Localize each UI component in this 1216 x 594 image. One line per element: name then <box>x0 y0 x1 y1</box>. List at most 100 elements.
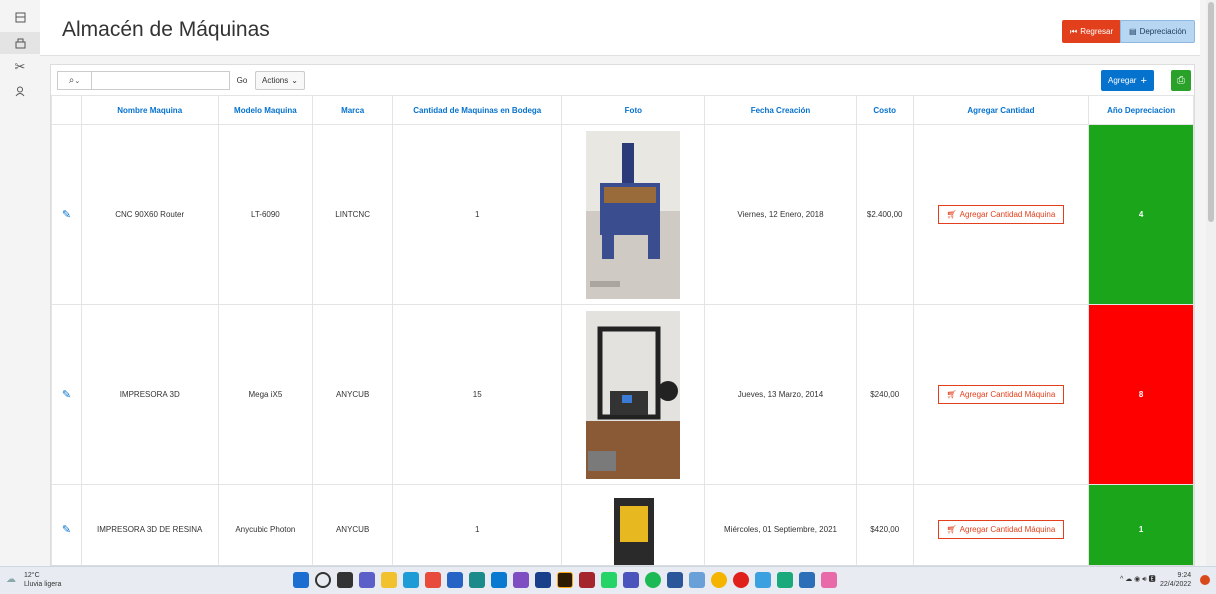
weather-icon: ☁ <box>6 574 16 585</box>
actions-menu-button[interactable]: Actions ⌄ <box>255 71 305 90</box>
teams-icon[interactable] <box>359 572 375 588</box>
visual-studio-icon[interactable] <box>513 572 529 588</box>
column-header[interactable]: Fecha Creación <box>704 95 857 125</box>
column-header[interactable]: Año Depreciacion <box>1088 95 1194 125</box>
costo-cell: $2.400,00 <box>855 124 914 305</box>
notification-badge[interactable] <box>1200 575 1210 585</box>
column-header[interactable]: Costo <box>855 95 914 125</box>
file-explorer-icon[interactable] <box>381 572 397 588</box>
table-header-row: Nombre Maquina Modelo Maquina Marca Cant… <box>51 95 1194 125</box>
anio-value: 1 <box>1138 525 1144 534</box>
whatsapp-icon[interactable] <box>601 572 617 588</box>
edit-cell: ✎ <box>51 304 82 485</box>
word-icon[interactable] <box>667 572 683 588</box>
edit-column-header <box>51 95 82 125</box>
back-icon: ⏮ <box>1070 26 1078 36</box>
column-header[interactable]: Agregar Cantidad <box>912 95 1090 125</box>
clock[interactable]: 9:24 22/4/2022 <box>1160 571 1191 589</box>
store-icon[interactable] <box>447 572 463 588</box>
modelo-cell: Anycubic Photon <box>217 484 314 565</box>
chevron-down-icon: ⌄ <box>291 76 298 85</box>
date: 22/4/2022 <box>1160 581 1192 588</box>
column-header[interactable]: Nombre Maquina <box>80 95 219 125</box>
edit-icon[interactable]: ✎ <box>62 524 71 536</box>
search-input[interactable] <box>92 72 229 89</box>
edge-icon[interactable] <box>403 572 419 588</box>
cantidad-cell: 1 <box>392 124 563 305</box>
windows-start-icon[interactable] <box>293 572 309 588</box>
cantidad-cell: 15 <box>392 304 563 485</box>
edit-icon[interactable]: ✎ <box>62 209 71 221</box>
system-tray[interactable]: ^ ☁ ◉ 🔊︎ 🅴 <box>1120 574 1156 584</box>
go-button[interactable]: Go <box>231 71 253 90</box>
agregar-cantidad-label: Agregar Cantidad Máquina <box>959 210 1056 219</box>
foto-cell <box>561 304 706 485</box>
taskbar: ☁ 12°C Lluvia ligera ^ ☁ ◉ 🔊︎ 🅴 9:24 22/ <box>0 566 1216 594</box>
column-header[interactable]: Modelo Maquina <box>217 95 314 125</box>
agregar-button[interactable]: Agregar + <box>1101 70 1154 91</box>
inventory-icon[interactable] <box>0 32 40 54</box>
report-toolbar: ⌕ ⌄ Go Actions ⌄ Agregar + ⎙ <box>51 65 1194 95</box>
depreciacion-button[interactable]: ▤ Depreciación <box>1120 20 1196 43</box>
temperature: 12°C <box>24 572 40 579</box>
machine-photo <box>586 310 681 479</box>
vscode-icon[interactable] <box>491 572 507 588</box>
column-header[interactable]: Foto <box>561 95 706 125</box>
actions-label: Actions <box>262 76 289 85</box>
access-icon[interactable] <box>579 572 595 588</box>
agregar-cell: 🛒︎ Agregar Cantidad Máquina <box>912 124 1090 305</box>
page-scrollbar[interactable] <box>1206 0 1216 566</box>
teams-classic-icon[interactable] <box>623 572 639 588</box>
anio-cell: 8 <box>1088 304 1194 485</box>
edit-icon[interactable]: ✎ <box>62 389 71 401</box>
nombre-cell: IMPRESORA 3D DE RESINA <box>80 484 219 565</box>
fecha-cell: Miércoles, 01 Septiembre, 2021 <box>704 484 857 565</box>
chrome-icon[interactable] <box>425 572 441 588</box>
marca-cell: LINTCNC <box>312 124 394 305</box>
time: 9:24 <box>1177 572 1192 579</box>
taskbar-apps <box>293 572 837 588</box>
spotify-icon[interactable] <box>645 572 661 588</box>
canary-icon[interactable] <box>711 572 727 588</box>
table-row: ✎ CNC 90X60 Router LT-6090 LINTCNC 1 Vie… <box>51 124 1194 305</box>
column-header[interactable]: Marca <box>312 95 394 125</box>
illustrator-icon[interactable] <box>557 572 573 588</box>
foto-cell <box>561 124 706 305</box>
cart-icon: 🛒︎ <box>946 210 957 219</box>
depreciacion-label: Depreciación <box>1139 27 1187 36</box>
page-title: Almacén de Máquinas <box>62 18 270 41</box>
photos-app-icon[interactable] <box>799 572 815 588</box>
search-column-selector[interactable]: ⌕ ⌄ <box>58 72 92 89</box>
scissors-icon[interactable]: ✂ <box>0 56 40 78</box>
costo-cell: $420,00 <box>855 484 914 565</box>
user-icon[interactable] <box>0 80 40 102</box>
agregar-cantidad-button[interactable]: 🛒︎ Agregar Cantidad Máquina <box>937 520 1065 539</box>
marca-cell: ANYCUB <box>312 484 394 565</box>
search-icon[interactable] <box>315 572 331 588</box>
app-icon[interactable] <box>689 572 705 588</box>
print-button[interactable]: ⎙ <box>1171 70 1191 91</box>
task-view-icon[interactable] <box>337 572 353 588</box>
regresar-button[interactable]: ⏮ Regresar <box>1062 20 1122 43</box>
page-icon[interactable] <box>0 6 40 28</box>
page-header: Almacén de Máquinas ⏮ Regresar ▤ Depreci… <box>40 0 1200 56</box>
costo-cell: $240,00 <box>855 304 914 485</box>
opera-icon[interactable] <box>733 572 749 588</box>
nombre-cell: IMPRESORA 3D <box>80 304 219 485</box>
edit-cell: ✎ <box>51 484 82 565</box>
snipping-icon[interactable] <box>821 572 837 588</box>
app-icon[interactable] <box>755 572 771 588</box>
anio-value: 4 <box>1138 210 1144 219</box>
weather-widget[interactable]: 12°C Lluvia ligera <box>24 571 61 589</box>
agregar-cantidad-button[interactable]: 🛒︎ Agregar Cantidad Máquina <box>937 385 1065 404</box>
document-icon: ▤ <box>1129 27 1137 36</box>
agregar-cantidad-button[interactable]: 🛒︎ Agregar Cantidad Máquina <box>937 205 1065 224</box>
scroll-thumb[interactable] <box>1208 2 1214 222</box>
fecha-cell: Viernes, 12 Enero, 2018 <box>704 124 857 305</box>
foto-cell <box>561 484 706 565</box>
photos-icon[interactable] <box>469 572 485 588</box>
virtualbox-icon[interactable] <box>535 572 551 588</box>
plus-icon: + <box>1140 74 1147 87</box>
app-icon[interactable] <box>777 572 793 588</box>
column-header[interactable]: Cantidad de Maquinas en Bodega <box>392 95 563 125</box>
